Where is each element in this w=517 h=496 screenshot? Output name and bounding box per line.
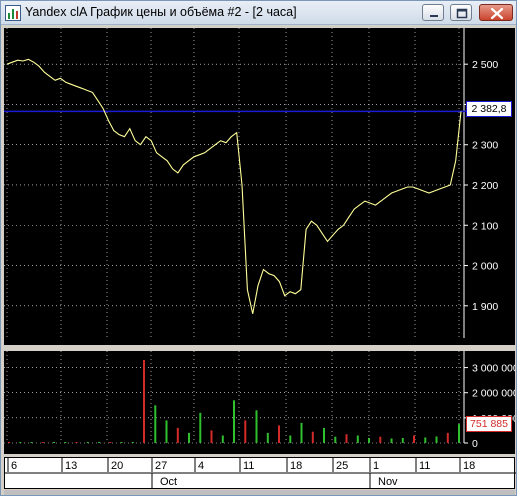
chart-window: Yandex clA График цены и объёма #2 - [2 … (0, 0, 517, 496)
maximize-icon (456, 8, 468, 19)
day-label: 4 (198, 460, 204, 472)
current-volume-label: 751 885 (466, 416, 512, 432)
time-axis-labels: 6 13 20 27 4 11 18 25 1 11 18Oct Nov (5, 458, 516, 489)
current-price-label: 2 382,8 (466, 101, 512, 117)
title-bar[interactable]: Yandex clA График цены и объёма #2 - [2 … (1, 1, 516, 25)
day-label: 18 (290, 460, 302, 472)
price-tick-label: 2 100 (472, 220, 498, 232)
close-button[interactable] (479, 4, 513, 21)
price-tick-label: 2 300 (472, 140, 498, 152)
volume-tick-label: 3 000 000 (472, 363, 515, 375)
day-label: 13 (65, 460, 77, 472)
price-tick-label: 2 200 (472, 180, 498, 192)
window-title: Yandex clA График цены и объёма #2 - [2 … (25, 5, 297, 19)
volume-tick-label: 0 (472, 438, 478, 450)
price-tick-label: 2 500 (472, 59, 498, 71)
price-tick-label: 2 000 (472, 261, 498, 273)
day-label: 11 (419, 460, 430, 472)
price-chart: 2 5002 4002 3002 2002 1002 0001 900 (4, 28, 498, 338)
day-label: 20 (111, 460, 123, 472)
horizontal-scrollbar[interactable] (4, 490, 515, 495)
price-chart-pane[interactable]: 2 5002 4002 3002 2002 1002 0001 900 (4, 28, 515, 345)
price-series-line (6, 58, 462, 314)
day-label: 18 (463, 460, 475, 472)
day-label: 6 (11, 460, 17, 472)
chart-app-icon (5, 5, 21, 21)
month-label: Oct (160, 476, 177, 488)
day-label: 1 (373, 460, 379, 472)
maximize-button[interactable] (450, 4, 472, 21)
day-label: 27 (155, 460, 167, 472)
close-icon (490, 7, 504, 20)
volume-chart: 3 000 0002 000 0001 000 0000 (4, 351, 515, 450)
day-label: 11 (243, 460, 254, 472)
price-tick-label: 1 900 (472, 301, 498, 313)
minimize-button[interactable] (422, 4, 444, 21)
day-label: 25 (336, 460, 348, 472)
minimize-icon (430, 15, 438, 17)
time-axis[interactable]: 6 13 20 27 4 11 18 25 1 11 18 Oct Nov (4, 457, 516, 489)
volume-tick-label: 2 000 000 (472, 388, 515, 400)
month-label: Nov (378, 476, 398, 488)
volume-chart-pane[interactable]: 3 000 0002 000 0001 000 0000 (4, 351, 515, 454)
